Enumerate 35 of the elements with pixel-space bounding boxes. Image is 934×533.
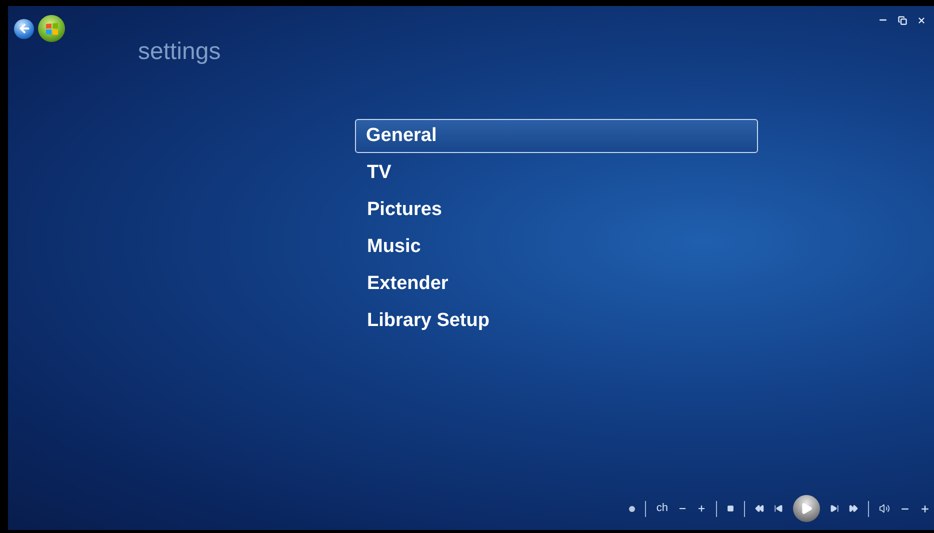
channel-label[interactable]: ch <box>656 500 668 517</box>
rewind-icon <box>755 504 764 513</box>
menu-item[interactable]: General <box>355 119 758 153</box>
restore-button[interactable] <box>898 16 907 24</box>
stop-button[interactable] <box>727 505 734 512</box>
start-button[interactable] <box>38 15 65 42</box>
close-icon <box>917 16 926 24</box>
fast-forward-icon <box>849 504 858 513</box>
menu-item[interactable]: Extender <box>355 267 758 301</box>
stop-icon <box>727 505 734 512</box>
play-button[interactable] <box>793 495 820 522</box>
windows-logo-icon <box>44 22 58 36</box>
back-button[interactable] <box>14 18 34 38</box>
plus-icon <box>697 504 706 513</box>
page-title: settings <box>138 38 221 65</box>
speaker-icon <box>879 503 890 514</box>
play-icon <box>800 502 813 515</box>
fast-forward-button[interactable] <box>849 504 858 513</box>
volume-up-button[interactable] <box>920 504 930 514</box>
skip-forward-icon <box>830 504 839 513</box>
channel-up-button[interactable] <box>697 504 706 513</box>
rewind-button[interactable] <box>755 504 764 513</box>
back-arrow-icon <box>18 22 30 35</box>
skip-back-icon <box>774 504 783 513</box>
restore-icon <box>898 16 907 24</box>
close-button[interactable] <box>917 16 926 24</box>
menu-item[interactable]: TV <box>355 156 758 190</box>
previous-button[interactable] <box>774 504 783 513</box>
mute-button[interactable] <box>879 503 890 514</box>
next-button[interactable] <box>830 504 839 513</box>
record-icon[interactable] <box>629 506 636 512</box>
menu-item[interactable]: Pictures <box>355 193 758 227</box>
plus-icon <box>920 504 930 514</box>
menu-item[interactable]: Music <box>355 230 758 264</box>
menu-item[interactable]: Library Setup <box>355 304 758 338</box>
